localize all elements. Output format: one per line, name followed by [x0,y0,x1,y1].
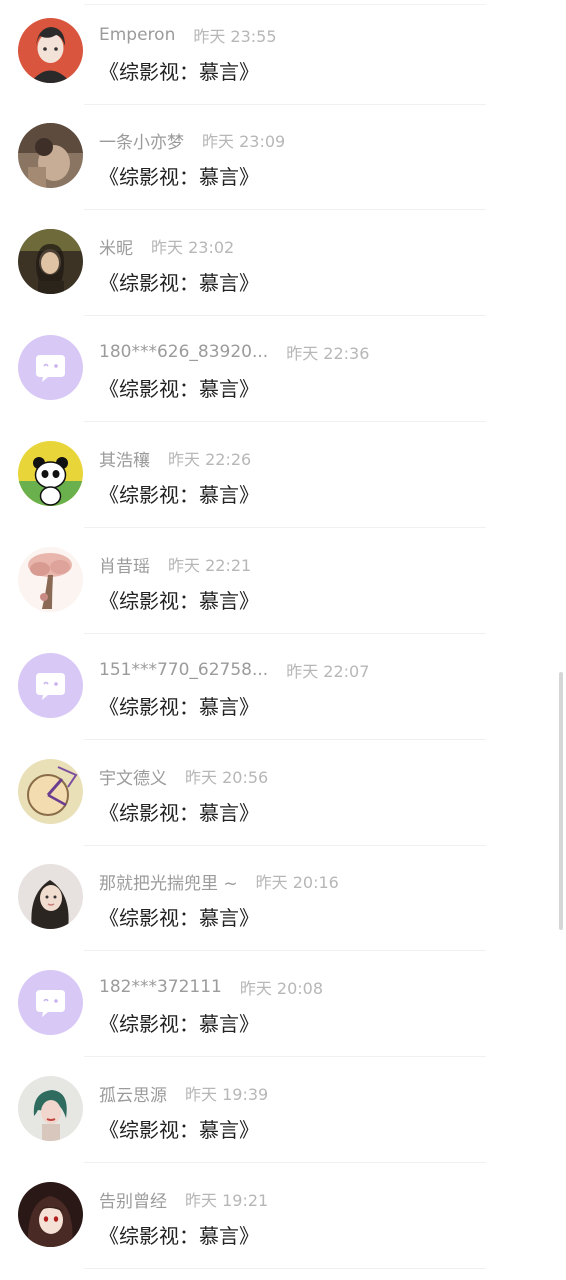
message-text: 《综影视：慕言》 [99,589,259,613]
message-text: 《综影视：慕言》 [99,165,259,189]
avatar[interactable] [18,759,83,824]
panda-avatar-icon [18,441,83,506]
list-item[interactable]: 孤云思源 昨天 19:39 《综影视：慕言》 [0,1058,566,1163]
message-text: 《综影视：慕言》 [99,906,259,930]
avatar[interactable] [18,1076,83,1141]
message-text: 《综影视：慕言》 [99,801,259,825]
anime-girl-avatar-icon [18,1182,83,1247]
list-item[interactable]: 米昵 昨天 23:02 《综影视：慕言》 [0,211,566,316]
message-text: 《综影视：慕言》 [99,271,259,295]
username[interactable]: 182***372111 [99,977,222,997]
timestamp: 昨天 20:16 [255,873,339,892]
username[interactable]: 其浩穰 [99,446,150,471]
avatar[interactable] [18,123,83,188]
clock-avatar-icon [18,759,83,824]
list-item[interactable]: 151***770_62758... 昨天 22:07 《综影视：慕言》 [0,635,566,740]
message-text: 《综影视：慕言》 [99,695,259,719]
timestamp: 昨天 19:39 [185,1085,269,1104]
divider [84,527,486,528]
avatar[interactable] [18,335,83,400]
timestamp: 昨天 20:08 [239,979,324,998]
avatar[interactable] [18,18,83,83]
avatar[interactable] [18,970,83,1035]
timestamp: 昨天 22:21 [168,556,252,575]
list-item[interactable]: 其浩穰 昨天 22:26 《综影视：慕言》 [0,423,566,528]
timestamp: 昨天 20:56 [185,768,269,787]
photo-avatar-icon [18,123,83,188]
username[interactable]: 告别曾经 [99,1187,167,1212]
message-text: 《综影视：慕言》 [99,483,259,507]
list-item[interactable]: Emperon 昨天 23:55 《综影视：慕言》 [0,0,566,105]
divider [84,315,486,316]
username[interactable]: Emperon [99,25,175,45]
timestamp: 昨天 23:09 [202,132,286,151]
default-chat-avatar-icon [18,653,83,718]
girl-photo-avatar-icon [18,229,83,294]
divider [84,1162,486,1163]
scrollbar[interactable] [559,672,563,930]
username[interactable]: 宇文德义 [99,764,167,789]
divider [84,209,486,210]
green-hair-avatar-icon [18,1076,83,1141]
default-chat-avatar-icon [18,335,83,400]
username[interactable]: 一条小亦梦 [99,128,184,153]
avatar[interactable] [18,864,83,929]
girl-photo-avatar-icon [18,864,83,929]
timestamp: 昨天 19:21 [185,1191,269,1210]
message-text: 《综影视：慕言》 [99,1012,259,1036]
message-text: 《综影视：慕言》 [99,1224,259,1248]
list-item[interactable]: 一条小亦梦 昨天 23:09 《综影视：慕言》 [0,105,566,210]
list-item[interactable]: 182***372111 昨天 20:08 《综影视：慕言》 [0,952,566,1057]
list-item[interactable]: 肖昔瑶 昨天 22:21 《综影视：慕言》 [0,529,566,634]
timestamp: 昨天 22:36 [286,344,370,363]
username[interactable]: 肖昔瑶 [99,552,150,577]
username[interactable]: 那就把光揣兜里 ~ [99,869,238,894]
divider [84,950,486,951]
divider [84,1056,486,1057]
timestamp: 昨天 23:55 [193,27,277,46]
message-text: 《综影视：慕言》 [99,60,259,84]
default-chat-avatar-icon [18,970,83,1035]
anime-boy-avatar-icon [18,18,83,83]
avatar[interactable] [18,1182,83,1247]
message-text: 《综影视：慕言》 [99,1118,259,1142]
username[interactable]: 米昵 [99,234,133,259]
pink-tree-avatar-icon [18,547,83,612]
timestamp: 昨天 22:07 [286,662,370,681]
avatar[interactable] [18,547,83,612]
divider [84,421,486,422]
divider [84,633,486,634]
list-item[interactable]: 告别曾经 昨天 19:21 《综影视：慕言》 [0,1164,566,1269]
username[interactable]: 180***626_83920... [99,342,268,362]
divider [84,1268,486,1269]
message-text: 《综影视：慕言》 [99,377,259,401]
username[interactable]: 孤云思源 [99,1081,167,1106]
timestamp: 昨天 22:26 [168,450,252,469]
avatar[interactable] [18,441,83,506]
list-item[interactable]: 宇文德义 昨天 20:56 《综影视：慕言》 [0,741,566,846]
avatar[interactable] [18,653,83,718]
avatar[interactable] [18,229,83,294]
username[interactable]: 151***770_62758... [99,660,268,680]
timestamp: 昨天 23:02 [151,238,235,257]
list-item[interactable]: 180***626_83920... 昨天 22:36 《综影视：慕言》 [0,317,566,422]
divider [84,739,486,740]
list-item[interactable]: 那就把光揣兜里 ~ 昨天 20:16 《综影视：慕言》 [0,846,566,951]
